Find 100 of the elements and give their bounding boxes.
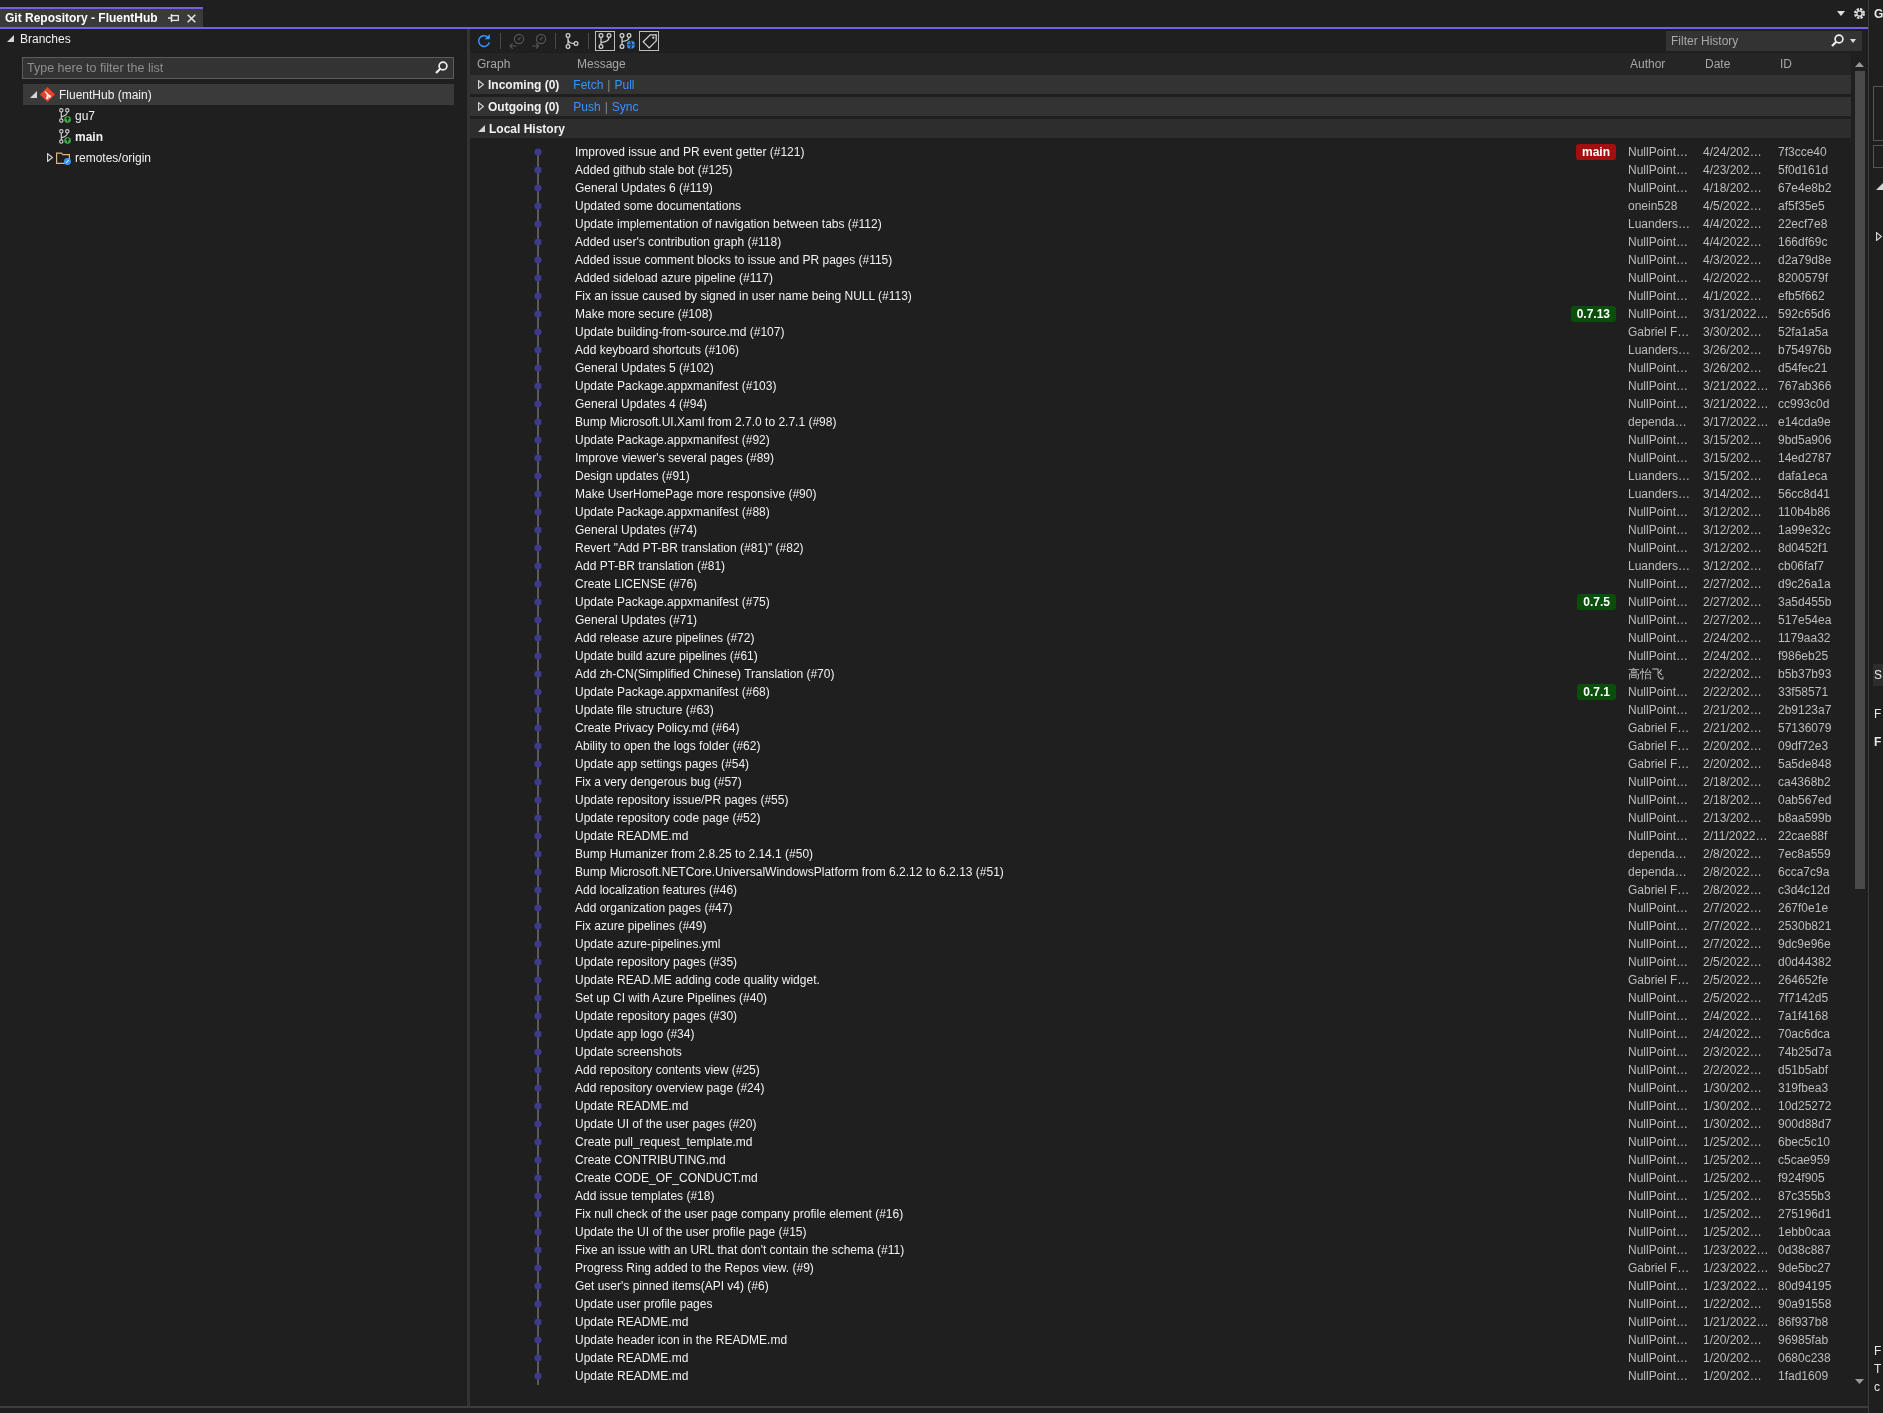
commit-author: NullPoint… [1628, 288, 1690, 305]
dropdown-icon[interactable] [1837, 11, 1845, 16]
section-link[interactable]: Pull [614, 77, 635, 92]
commit-id: ca4368b2 [1778, 774, 1832, 791]
tree-item[interactable]: gu7 [23, 105, 454, 126]
section-link[interactable]: Sync [611, 99, 639, 114]
commit-author: NullPoint… [1628, 1080, 1690, 1097]
commit-message: Update READ.ME adding code quality widget. [575, 972, 821, 989]
commit-dot-icon [534, 562, 542, 570]
caret-icon[interactable] [478, 80, 484, 89]
ref-tag: 0.7.1 [1577, 684, 1616, 700]
commit-date: 2/4/2022… [1703, 1008, 1763, 1025]
arrow-down-icon[interactable] [1855, 1379, 1864, 1384]
section-title: Incoming (0) [488, 77, 560, 92]
section-header[interactable]: Local History [470, 119, 1851, 138]
toolbar-button[interactable] [562, 31, 582, 51]
commit-author: NullPoint… [1628, 270, 1690, 287]
commit-author: dependa… [1628, 414, 1688, 431]
commit-author: NullPoint… [1628, 1044, 1690, 1061]
caret-icon[interactable] [7, 35, 14, 42]
caret-icon[interactable] [478, 102, 484, 111]
commit-message: Update Package.appxmanifest (#88) [575, 504, 771, 521]
commit-dot-icon [534, 580, 542, 588]
commit-id: 96985fab [1778, 1332, 1830, 1349]
commit-message: Add zh-CN(Simplified Chinese) Translation (#70) [575, 666, 836, 683]
link-separator: | [604, 99, 608, 114]
commit-author: NullPoint… [1628, 306, 1690, 323]
commit-author: NullPoint… [1628, 828, 1690, 845]
caret-icon[interactable] [1876, 182, 1883, 190]
column-header[interactable]: Date [1703, 57, 1778, 71]
pin-icon[interactable] [167, 13, 179, 23]
caret-icon[interactable] [478, 125, 485, 132]
panel-tab[interactable]: S [1873, 664, 1883, 686]
tree-item[interactable]: main [23, 126, 454, 147]
panel-title: Branches [20, 31, 71, 46]
side-field[interactable] [1873, 145, 1883, 168]
commit-author: NullPoint… [1628, 1314, 1690, 1331]
caret-icon[interactable] [46, 153, 53, 162]
commit-message: Update screenshots [575, 1044, 683, 1061]
filter-field[interactable]: Type here to filter the list [22, 57, 454, 79]
commit-author: NullPoint… [1628, 612, 1690, 629]
section-link[interactable]: Push [573, 99, 601, 114]
commit-author: NullPoint… [1628, 234, 1690, 251]
panel-tab[interactable]: G [1873, 0, 1883, 27]
commit-id: 767ab366 [1778, 378, 1833, 395]
commit-date: 3/12/202… [1703, 540, 1763, 557]
arrow-up-icon[interactable] [1855, 62, 1864, 67]
commit-message: Create LICENSE (#76) [575, 576, 699, 593]
commit-author: NullPoint… [1628, 810, 1690, 827]
commit-author: NullPoint… [1628, 522, 1690, 539]
commit-message: Add PT-BR translation (#81) [575, 558, 727, 575]
settings-icon[interactable] [1854, 8, 1865, 19]
commit-message: Make more secure (#108) [575, 306, 714, 323]
commit-message: Added issue comment blocks to issue and PR pages (#115) [575, 252, 894, 269]
column-header[interactable]: Graph [470, 57, 575, 71]
commit-dot-icon [534, 976, 542, 984]
commit-date: 2/4/2022… [1703, 1026, 1763, 1043]
column-header[interactable]: Message [575, 57, 1626, 71]
commit-message: Add keyboard shortcuts (#106) [575, 342, 741, 359]
commit-message: Improved issue and PR event getter (#121) [575, 144, 806, 161]
commit-id: d9c26a1a [1778, 576, 1832, 593]
column-header[interactable]: Author [1628, 57, 1703, 71]
commit-dot-icon [534, 868, 542, 876]
toolbar-button[interactable] [595, 31, 615, 51]
toolbar-button[interactable] [639, 31, 659, 51]
close-icon[interactable] [186, 13, 196, 23]
tree-item[interactable]: remotes/origin [23, 147, 454, 168]
commit-dot-icon [534, 1228, 542, 1236]
section-header[interactable]: Outgoing (0) Push | Sync [470, 97, 1851, 116]
commit-date: 3/14/202… [1703, 486, 1763, 503]
commit-id: 09df72e3 [1778, 738, 1830, 755]
commit-dot-icon [534, 238, 542, 246]
commit-dot-icon [534, 1354, 542, 1362]
commit-dot-icon [534, 1318, 542, 1326]
document-tab[interactable]: Git Repository - FluentHub [0, 7, 203, 27]
scrollbar-thumb[interactable] [1854, 71, 1865, 889]
link-separator: | [607, 77, 611, 92]
search-icon[interactable] [435, 61, 448, 74]
commit-date: 3/12/202… [1703, 522, 1763, 539]
commit-author: NullPoint… [1628, 630, 1690, 647]
filter-field[interactable]: Filter History [1666, 31, 1862, 51]
tree-item[interactable]: FluentHub (main) [23, 84, 454, 105]
commit-dot-icon [534, 1192, 542, 1200]
search-icon[interactable] [1831, 34, 1844, 47]
caret-icon[interactable] [1876, 231, 1882, 241]
toolbar-button[interactable] [617, 31, 637, 51]
section-header[interactable]: Incoming (0) Fetch | Pull [470, 75, 1851, 94]
section-link[interactable]: Fetch [573, 77, 604, 92]
commit-message: Update README.md [575, 828, 690, 845]
commit-message: Update build azure pipelines (#61) [575, 648, 759, 665]
side-field[interactable] [1873, 86, 1883, 141]
commit-id: 5a5de848 [1778, 756, 1833, 773]
commit-id: 275196d1 [1778, 1206, 1833, 1223]
commit-date: 4/24/202… [1703, 144, 1763, 161]
commit-dot-icon [534, 1030, 542, 1038]
dropdown-icon[interactable] [1850, 39, 1856, 43]
commit-message: Update Package.appxmanifest (#92) [575, 432, 771, 449]
commit-date: 1/25/202… [1703, 1134, 1763, 1151]
column-header[interactable]: ID [1778, 57, 1851, 71]
caret-icon[interactable] [30, 91, 37, 98]
